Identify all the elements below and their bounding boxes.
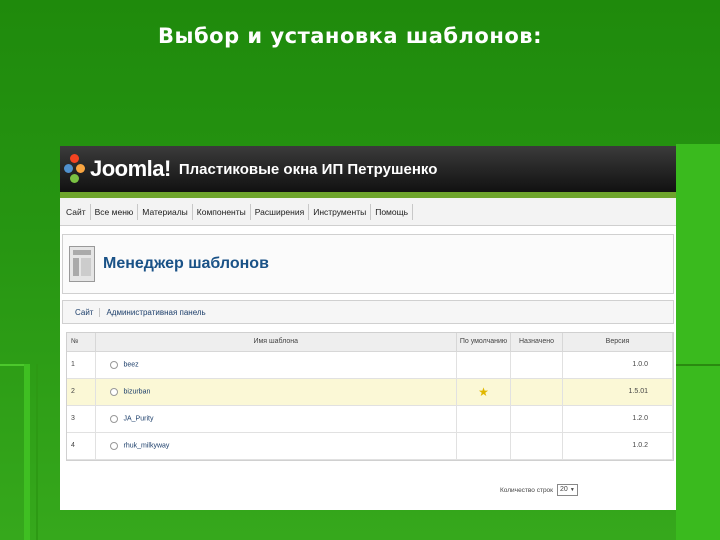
rows-per-page-value: 20 (560, 486, 568, 493)
select-radio[interactable] (109, 387, 118, 396)
joomla-logo-icon (64, 154, 86, 184)
version-cell: 1.0.2 (562, 432, 673, 460)
template-name-cell: beez (95, 351, 457, 379)
template-name-cell: JA_Purity (95, 405, 457, 433)
version-value: 1.0.2 (632, 442, 648, 449)
rows-per-page-label: Количество строк (500, 486, 554, 494)
slide-title: Выбор и установка шаблонов: (158, 24, 542, 48)
menu-item-tools[interactable]: Инструменты (309, 203, 372, 220)
column-header-default[interactable]: По умолчанию (456, 333, 511, 352)
template-name-cell: rhuk_milkyway (95, 432, 457, 460)
row-number: 1 (67, 351, 96, 379)
menu-item-content[interactable]: Материалы (138, 203, 193, 220)
templates-table: № Имя шаблона По умолчанию Назначено Вер… (66, 332, 674, 461)
table-row: 4 rhuk_milkyway 1.0.2 (67, 432, 673, 460)
default-cell: ★ (456, 378, 511, 406)
tab-administrator[interactable]: Административная панель (106, 308, 211, 317)
default-cell (456, 351, 511, 379)
star-icon[interactable]: ★ (478, 385, 489, 399)
decor-line (36, 364, 38, 540)
joomla-logo[interactable]: Joomla! (64, 154, 171, 184)
assigned-cell (510, 432, 563, 460)
client-tabs: Сайт Административная панель (62, 300, 674, 324)
admin-menu: Сайт Все меню Материалы Компоненты Расши… (60, 198, 676, 226)
row-number: 2 (67, 378, 96, 406)
version-value: 1.0.0 (632, 361, 648, 368)
table-row: 1 beez 1.0.0 (67, 351, 673, 379)
page-title: Менеджер шаблонов (103, 255, 269, 272)
site-name: Пластиковые окна ИП Петрушенко (178, 160, 438, 178)
assigned-cell (510, 351, 563, 379)
template-link[interactable]: bizurban (124, 388, 151, 395)
template-manager-icon (69, 246, 95, 282)
template-link[interactable]: JA_Purity (124, 415, 154, 422)
version-value: 1.5.01 (628, 388, 648, 395)
column-header-name[interactable]: Имя шаблона (95, 333, 457, 352)
default-cell (456, 432, 511, 460)
menu-item-extensions[interactable]: Расширения (251, 203, 310, 220)
version-cell: 1.2.0 (562, 405, 673, 433)
table-header-row: № Имя шаблона По умолчанию Назначено Вер… (67, 333, 673, 352)
select-radio[interactable] (109, 360, 118, 369)
decor-line (0, 364, 24, 366)
row-number: 3 (67, 405, 96, 433)
rows-per-page-select[interactable]: 20 ▼ (557, 484, 578, 496)
chevron-down-icon: ▼ (569, 487, 575, 493)
menu-item-help[interactable]: Помощь (371, 203, 414, 220)
template-link[interactable]: rhuk_milkyway (124, 442, 170, 449)
menu-item-components[interactable]: Компоненты (193, 203, 251, 220)
default-cell (456, 405, 511, 433)
template-name-cell: bizurban (95, 378, 457, 406)
table-row: 2 bizurban ★ 1.5.01 (67, 378, 673, 406)
page-toolbar: Менеджер шаблонов (62, 234, 674, 294)
column-header-number[interactable]: № (67, 333, 96, 352)
menu-item-all-menus[interactable]: Все меню (91, 203, 139, 220)
decor-line (24, 364, 30, 540)
decor-line (676, 364, 720, 366)
column-header-version[interactable]: Версия (562, 333, 673, 352)
joomla-header: Joomla! Пластиковые окна ИП Петрушенко (60, 146, 676, 192)
decor-block (676, 144, 720, 540)
select-radio[interactable] (109, 441, 118, 450)
version-value: 1.2.0 (632, 415, 648, 422)
table-row: 3 JA_Purity 1.2.0 (67, 405, 673, 433)
version-cell: 1.5.01 (562, 378, 673, 406)
select-radio[interactable] (109, 414, 118, 423)
template-link[interactable]: beez (124, 361, 139, 368)
row-number: 4 (67, 432, 96, 460)
column-header-assigned[interactable]: Назначено (510, 333, 563, 352)
tab-site[interactable]: Сайт (75, 307, 101, 317)
assigned-cell (510, 378, 563, 406)
menu-item-site[interactable]: Сайт (62, 203, 91, 220)
assigned-cell (510, 405, 563, 433)
pagination-footer: Количество строк 20 ▼ (500, 484, 578, 496)
logo-text: Joomla! (90, 156, 171, 181)
joomla-admin-screenshot: Joomla! Пластиковые окна ИП Петрушенко С… (60, 146, 676, 510)
version-cell: 1.0.0 (562, 351, 673, 379)
